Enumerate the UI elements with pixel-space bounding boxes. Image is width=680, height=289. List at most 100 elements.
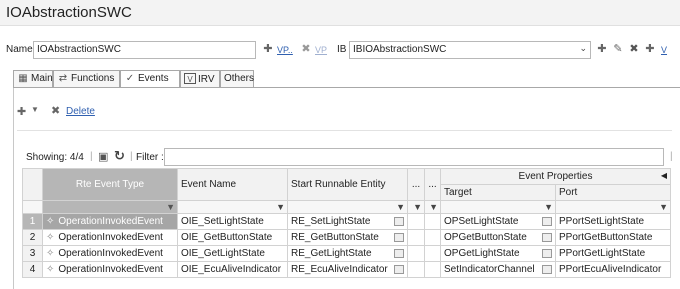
vp-link[interactable]: VP..: [277, 45, 293, 55]
column-header-event-name[interactable]: Event Name: [177, 168, 288, 201]
port-cell[interactable]: PPortEcuAliveIndicator: [555, 261, 671, 278]
filter-row: Showing: 4/4 | ▣ ↻ | Filter : |: [0, 148, 680, 166]
add-icon[interactable]: ✚: [262, 43, 274, 55]
event-name-cell[interactable]: OIE_GetLightState: [177, 245, 288, 262]
browse-icon[interactable]: [394, 249, 404, 258]
tab-irv[interactable]: V IRV: [180, 70, 220, 88]
name-field[interactable]: IOAbstractionSWC: [33, 41, 256, 59]
dots-cell: [407, 245, 425, 262]
browse-icon[interactable]: [394, 233, 404, 242]
event-type-icon: ✧: [46, 248, 55, 259]
browse-icon[interactable]: [394, 265, 404, 274]
tab-others[interactable]: Others: [220, 70, 254, 88]
refresh-icon[interactable]: ↻: [114, 148, 125, 164]
runnable-cell[interactable]: RE_GetLightState: [287, 245, 408, 262]
tab-main[interactable]: ▦ Main: [13, 70, 53, 88]
event-name-cell[interactable]: OIE_SetLightState: [177, 213, 288, 230]
rte-event-type-cell[interactable]: ✧ OperationInvokedEvent: [42, 229, 178, 246]
export-icon[interactable]: ▣: [98, 150, 108, 163]
filter-icon[interactable]: ▼: [440, 200, 556, 214]
target-cell[interactable]: SetIndicatorChannel: [440, 261, 556, 278]
add-icon[interactable]: ✚: [644, 43, 656, 55]
target-cell[interactable]: OPGetLightState: [440, 245, 556, 262]
target-cell[interactable]: OPGetButtonState: [440, 229, 556, 246]
showing-count: Showing: 4/4: [26, 152, 84, 163]
row-number-header: [22, 168, 43, 201]
filter-icon[interactable]: ▼: [407, 200, 425, 214]
column-header-port[interactable]: Port: [555, 184, 671, 201]
remove-icon: ✖: [301, 43, 311, 55]
table-row[interactable]: 3 ✧ OperationInvokedEvent OIE_GetLightSta…: [22, 245, 671, 262]
dots-cell: [424, 261, 441, 278]
window-title: IOAbstractionSWC: [6, 4, 132, 21]
column-header-start-runnable[interactable]: Start Runnable Entity: [287, 168, 408, 201]
delete-icon[interactable]: ✖: [51, 104, 60, 117]
collapse-icon[interactable]: ◀: [661, 171, 667, 180]
ib-select[interactable]: IBIOAbstractionSWC ⌄: [349, 41, 591, 59]
vp-link-disabled: VP: [315, 45, 328, 55]
column-group-event-properties: Event Properties ◀: [440, 168, 671, 185]
rte-event-type-cell[interactable]: ✧ OperationInvokedEvent: [42, 245, 178, 262]
filter-icon[interactable]: ▼: [42, 200, 178, 214]
divider: [17, 130, 672, 131]
v-link[interactable]: V: [661, 45, 667, 55]
port-cell[interactable]: PPortGetButtonState: [555, 229, 671, 246]
column-header-dots-2[interactable]: ...: [424, 168, 441, 201]
title-bar: IOAbstractionSWC: [0, 0, 680, 26]
dots-cell: [407, 213, 425, 230]
event-type-icon: ✧: [46, 264, 55, 275]
tab-events[interactable]: ✓ Events: [120, 70, 180, 88]
name-row: Name IOAbstractionSWC ✚ VP.. ✖ VP IB IBI…: [0, 40, 680, 60]
add-icon[interactable]: ✚: [17, 105, 26, 118]
events-table: Rte Event Type Event Name Start Runnable…: [22, 168, 671, 278]
delete-button[interactable]: Delete: [66, 106, 95, 117]
chevron-down-icon[interactable]: ▼: [31, 105, 39, 114]
dots-cell: [407, 261, 425, 278]
divider: |: [670, 151, 673, 162]
filter-row-cells: ▼ ▼ ▼ ▼ ▼ ▼ ▼: [22, 200, 671, 214]
filter-icon[interactable]: ▼: [177, 200, 288, 214]
filter-label: Filter :: [136, 152, 164, 163]
rte-event-type-cell[interactable]: ✧ OperationInvokedEvent: [42, 261, 178, 278]
column-header-rte-event-type[interactable]: Rte Event Type: [42, 168, 178, 201]
table-row[interactable]: 1 ✧ OperationInvokedEvent OIE_SetLightSta…: [22, 213, 671, 230]
port-cell[interactable]: PPortGetLightState: [555, 245, 671, 262]
browse-icon[interactable]: [542, 265, 552, 274]
filter-icon[interactable]: ▼: [424, 200, 441, 214]
irv-icon: V: [184, 73, 196, 84]
runnable-cell[interactable]: RE_EcuAliveIndicator: [287, 261, 408, 278]
delete-icon[interactable]: ✖: [628, 43, 640, 55]
divider: |: [130, 151, 133, 162]
row-number: 4: [22, 261, 43, 278]
divider: |: [90, 151, 93, 162]
tab-functions[interactable]: ⇄ Functions: [53, 70, 120, 88]
ib-label: IB: [337, 44, 347, 55]
column-header-dots-1[interactable]: ...: [407, 168, 425, 201]
rte-event-type-cell[interactable]: ✧ OperationInvokedEvent: [42, 213, 178, 230]
event-type-icon: ✧: [46, 216, 55, 227]
table-row[interactable]: 2 ✧ OperationInvokedEvent OIE_GetButtonSt…: [22, 229, 671, 246]
filter-input[interactable]: [164, 148, 664, 166]
dots-cell: [407, 229, 425, 246]
dots-cell: [424, 213, 441, 230]
browse-icon[interactable]: [542, 233, 552, 242]
filter-icon[interactable]: ▼: [287, 200, 408, 214]
filter-icon[interactable]: ▼: [555, 200, 671, 214]
add-icon[interactable]: ✚: [596, 43, 608, 55]
runnable-cell[interactable]: RE_GetButtonState: [287, 229, 408, 246]
target-cell[interactable]: OPSetLightState: [440, 213, 556, 230]
runnable-cell[interactable]: RE_SetLightState: [287, 213, 408, 230]
row-number: 3: [22, 245, 43, 262]
column-header-target[interactable]: Target: [440, 184, 556, 201]
event-name-cell[interactable]: OIE_GetButtonState: [177, 229, 288, 246]
browse-icon[interactable]: [394, 217, 404, 226]
port-cell[interactable]: PPortSetLightState: [555, 213, 671, 230]
browse-icon[interactable]: [542, 217, 552, 226]
event-name-cell[interactable]: OIE_EcuAliveIndicator: [177, 261, 288, 278]
browse-icon[interactable]: [542, 249, 552, 258]
row-number: 1: [22, 213, 43, 230]
edit-icon[interactable]: ✎: [612, 43, 624, 55]
event-type-icon: ✧: [46, 232, 55, 243]
table-row[interactable]: 4 ✧ OperationInvokedEvent OIE_EcuAliveInd…: [22, 261, 671, 278]
functions-icon: ⇄: [58, 73, 68, 84]
